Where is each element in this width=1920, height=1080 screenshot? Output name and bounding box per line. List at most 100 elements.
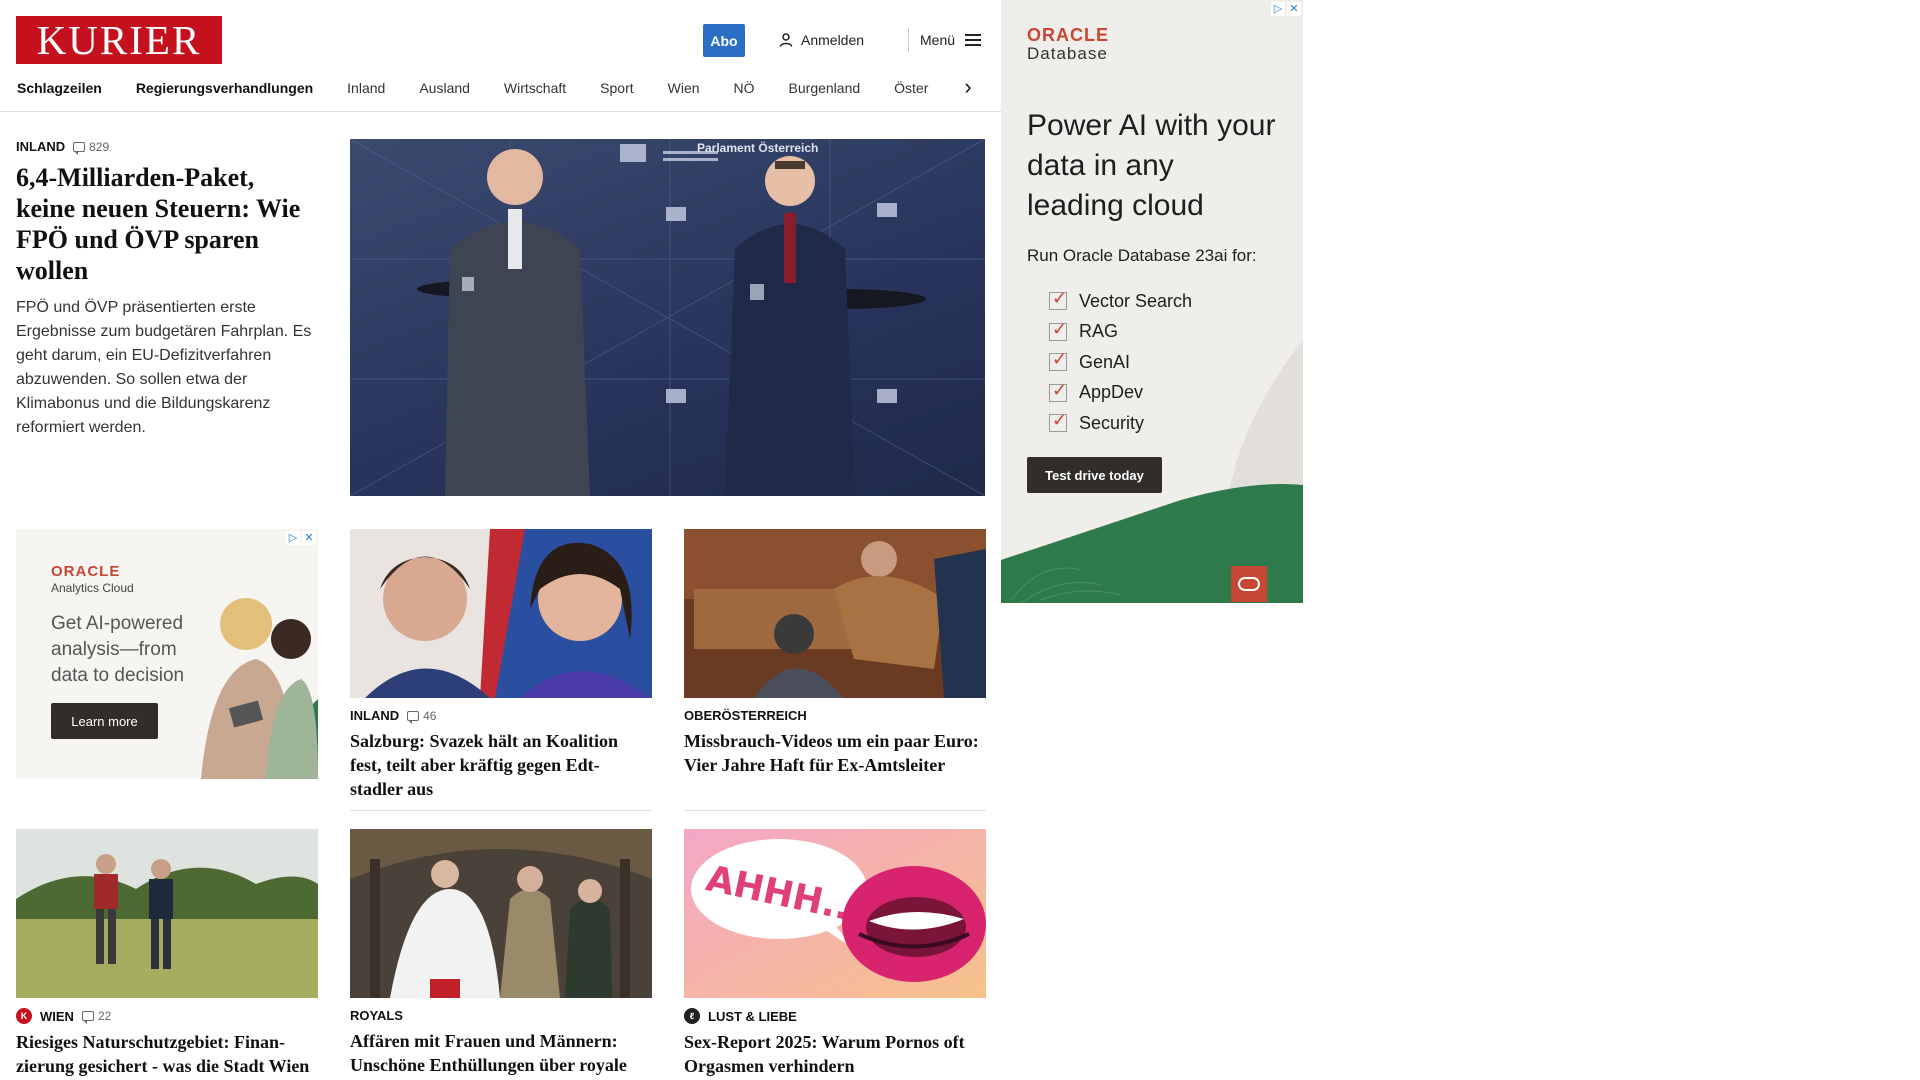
article-image[interactable]: [350, 829, 652, 998]
article-meta: ℓ LUST & LIEBE: [684, 1008, 986, 1024]
nav-item-wirtschaft[interactable]: Wirtschaft: [504, 80, 566, 96]
feature-label: GenAI: [1079, 351, 1131, 372]
article-card[interactable]: ROYALS Affären mit Frauen und Männern: U…: [350, 829, 652, 1080]
ad-big-headline: Power AI with your data in any leading c…: [1027, 109, 1276, 222]
login-button[interactable]: Anmelden: [779, 29, 864, 51]
nav-item-schlagzeilen[interactable]: Schlagzeilen: [17, 80, 102, 96]
article-title[interactable]: Salzburg: Svazek hält an Koalition fest,…: [350, 729, 652, 801]
article-card[interactable]: AHHH... ℓ LUST & LIEBE Sex-Report 2025: …: [684, 829, 986, 1078]
chevron-right-icon[interactable]: ›: [958, 76, 978, 98]
checkbox-check-icon: ✓: [1049, 381, 1067, 402]
lead-comments[interactable]: 829: [73, 139, 110, 155]
lead-image[interactable]: Parlament Österreich: [350, 139, 985, 496]
lead-meta: INLAND 829: [16, 139, 316, 155]
checkbox-check-icon: ✓: [1049, 320, 1067, 341]
nav-item-inland[interactable]: Inland: [347, 80, 385, 96]
lead-title[interactable]: 6,4-Milliarden-Paket, keine neuen Steuer…: [16, 162, 316, 286]
menu-button[interactable]: Menü: [920, 29, 982, 51]
article-title[interactable]: Missbrauch-Videos um ein paar Euro: Vier…: [684, 729, 986, 777]
feature-label: Vector Search: [1079, 290, 1193, 311]
hamburger-icon: [965, 34, 982, 46]
site: KURIER Abo Anmelden Menü Schlagzeilen Re…: [0, 0, 1004, 1080]
article-image[interactable]: AHHH...: [684, 829, 986, 998]
article-category[interactable]: INLAND: [350, 708, 399, 723]
article-card[interactable]: INLAND 46 Salzburg: Svazek hält an Koali…: [350, 529, 652, 811]
nav-item-oesterreich[interactable]: Öster: [894, 80, 928, 96]
article-image-art: [16, 829, 318, 998]
login-label: Anmelden: [801, 32, 865, 48]
feature-item: ✓ RAG: [1049, 317, 1192, 348]
main-nav: Schlagzeilen Regierungsverhandlungen Inl…: [0, 74, 990, 102]
article-card[interactable]: OBERÖSTERREICH Missbrauch-Videos um ein …: [684, 529, 986, 811]
article-meta: OBERÖSTERREICH: [684, 708, 986, 723]
feature-item: ✓ GenAI: [1049, 347, 1192, 378]
nav-item-wien[interactable]: Wien: [668, 80, 700, 96]
ad-big-product: Database: [1027, 44, 1108, 63]
nav-item-sport[interactable]: Sport: [600, 80, 633, 96]
feature-list: ✓ Vector Search ✓ RAG ✓ GenAI ✓ AppDev ✓: [1049, 286, 1192, 439]
comment-icon: [81, 1011, 94, 1024]
article-image[interactable]: [16, 829, 318, 998]
article-category[interactable]: LUST & LIEBE: [708, 1009, 797, 1024]
lead-story-text: INLAND 829 6,4-Milliarden-Paket, keine n…: [16, 139, 316, 440]
checkbox-check-icon: ✓: [1049, 350, 1067, 372]
article-image-art: [350, 529, 652, 698]
learn-more-button[interactable]: Learn more: [51, 703, 158, 739]
checkbox-check-icon: ✓: [1049, 411, 1067, 433]
kurier-badge-icon: K: [16, 1008, 32, 1024]
article-meta: K WIEN 22: [16, 1008, 318, 1024]
site-header: KURIER Abo Anmelden Menü Schlagzeilen Re…: [0, 0, 1004, 112]
feature-item: ✓ Security: [1049, 408, 1192, 439]
article-image-art: [350, 829, 652, 998]
article-category[interactable]: WIEN: [40, 1009, 74, 1024]
oracle-database-ad[interactable]: ▷ ✕ ORACLE Database Power AI with your d…: [1001, 0, 1303, 603]
article-image[interactable]: [684, 529, 986, 698]
article-category[interactable]: ROYALS: [350, 1008, 403, 1023]
oracle-logo: ORACLE: [1027, 25, 1109, 45]
nav-item-regierungsverhandlungen[interactable]: Regierungsverhandlungen: [136, 80, 313, 96]
menu-label: Menü: [920, 32, 956, 48]
feature-item: ✓ Vector Search: [1049, 286, 1192, 317]
oracle-logo: ORACLE: [51, 563, 121, 580]
feature-label: Security: [1079, 412, 1145, 433]
feature-label: RAG: [1079, 321, 1119, 342]
kurier-logo[interactable]: KURIER: [16, 16, 222, 64]
article-meta: INLAND 46: [350, 708, 652, 724]
article-comment-count: 46: [423, 708, 437, 723]
divider: [684, 810, 986, 811]
comment-icon: [73, 141, 86, 155]
article-comments[interactable]: 46: [407, 708, 437, 724]
lead-image-caption: Parlament Österreich: [697, 140, 818, 155]
feature-label: AppDev: [1079, 382, 1144, 403]
divider: [350, 810, 652, 811]
lead-image-art: Parlament Österreich: [350, 139, 985, 496]
lust-liebe-badge-icon: ℓ: [684, 1008, 700, 1024]
nav-item-ausland[interactable]: Ausland: [419, 80, 470, 96]
nav-item-burgenland[interactable]: Burgenland: [789, 80, 861, 96]
abo-button[interactable]: Abo: [703, 24, 745, 57]
article-title[interactable]: Riesiges Naturschutzgebiet: Finan-zierun…: [16, 1030, 318, 1080]
article-comments[interactable]: 22: [81, 1009, 112, 1024]
nav-items: Schlagzeilen Regierungsverhandlungen Inl…: [17, 74, 962, 102]
header-divider: [908, 28, 909, 52]
ad-small-product: Analytics Cloud: [51, 581, 134, 595]
oracle-analytics-ad[interactable]: ▷ ✕ ORACLE Analytics Cloud Get AI-powere…: [16, 529, 318, 779]
nav-item-noe[interactable]: NÖ: [734, 80, 755, 96]
comment-icon: [407, 710, 420, 724]
checkbox-check-icon: ✓: [1049, 289, 1067, 311]
lead-comment-count: 829: [89, 139, 110, 154]
article-card[interactable]: K WIEN 22 Riesiges Naturschutzgebiet: Fi…: [16, 829, 318, 1080]
article-category[interactable]: OBERÖSTERREICH: [684, 708, 807, 723]
ad-big-subhead: Run Oracle Database 23ai for:: [1027, 246, 1257, 265]
article-title[interactable]: Affären mit Frauen und Männern: Unschöne…: [350, 1029, 652, 1080]
lead-description: FPÖ und ÖVP präsentierten erste Ergebnis…: [16, 299, 312, 436]
user-icon: [779, 33, 793, 47]
article-comment-count: 22: [97, 1009, 112, 1023]
article-image[interactable]: [350, 529, 652, 698]
feature-item: ✓ AppDev: [1049, 378, 1192, 409]
article-title[interactable]: Sex-Report 2025: Warum Pornos oft Orgasm…: [684, 1030, 986, 1078]
article-image-art: [684, 529, 986, 698]
lead-category[interactable]: INLAND: [16, 139, 65, 154]
article-meta: ROYALS: [350, 1008, 652, 1023]
test-drive-button[interactable]: Test drive today: [1027, 457, 1162, 493]
